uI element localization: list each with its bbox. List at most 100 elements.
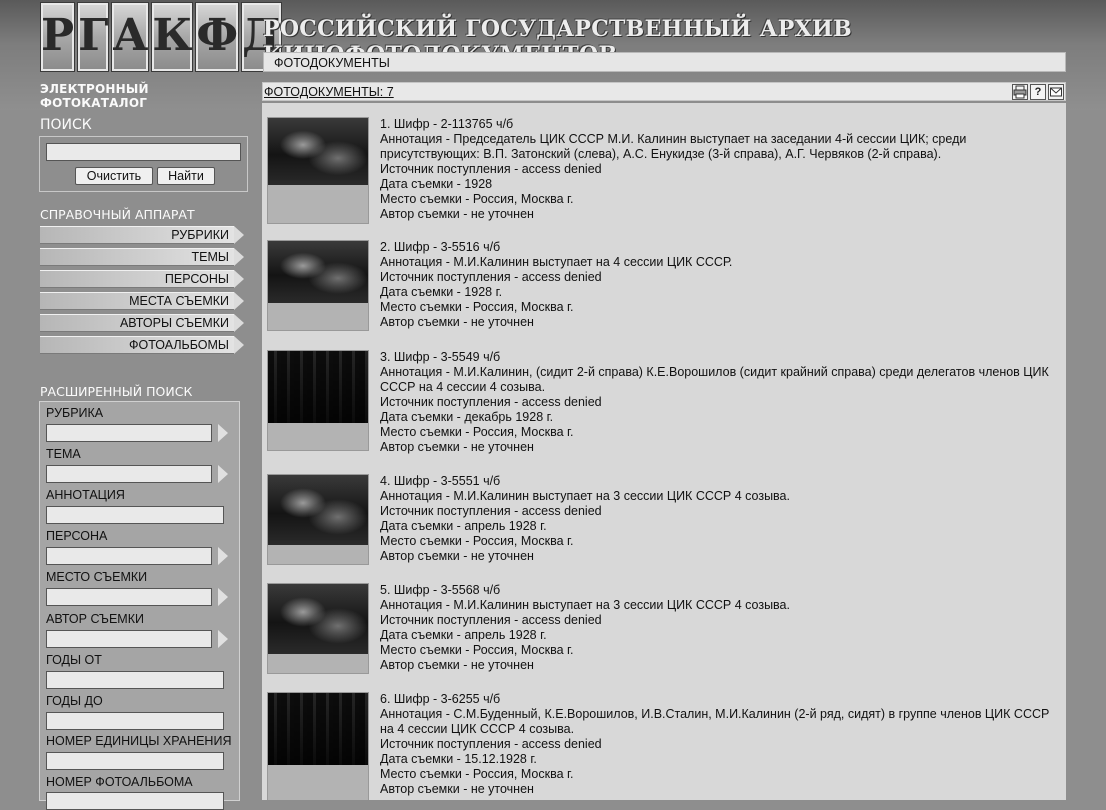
record-annotation: Аннотация - С.М.Буденный, К.Е.Ворошилов,…	[380, 707, 1050, 736]
record-date: Дата съемки - апрель 1928 г.	[380, 628, 547, 642]
search-box: Очистить Найти	[39, 136, 248, 192]
nav-item-places[interactable]: МЕСТА СЪЕМКИ	[40, 292, 234, 310]
record-details: 5. Шифр - 3-5568 ч/б Аннотация - М.И.Кал…	[380, 583, 1050, 673]
search-input[interactable]	[46, 143, 241, 161]
record-author: Автор съемки - не уточнен	[380, 315, 534, 329]
record-place: Место съемки - Россия, Москва г.	[380, 192, 574, 206]
record-details: 2. Шифр - 3-5516 ч/б Аннотация - М.И.Кал…	[380, 240, 1050, 330]
record-date: Дата съемки - 1928	[380, 177, 493, 191]
sidebar-canvas: Очистить Найти СПРАВОЧНЫЙ АППАРАТ РУБРИК…	[0, 0, 255, 810]
field-label-place: МЕСТО СЪЕМКИ	[46, 570, 148, 584]
photo-thumbnail[interactable]	[267, 240, 369, 331]
main-content: ФОТОДОКУМЕНТЫ: 7 ? 1. Шифр - 2-113765 ч/…	[262, 82, 1066, 800]
record-place: Место съемки - Россия, Москва г.	[380, 643, 574, 657]
author-field[interactable]	[46, 630, 212, 648]
annotation-field[interactable]	[46, 506, 224, 524]
record-annotation: Аннотация - М.И.Калинин выступает на 3 с…	[380, 598, 790, 612]
record-author: Автор съемки - не уточнен	[380, 782, 534, 796]
mail-icon-glyph	[1050, 87, 1062, 97]
record-details: 3. Шифр - 3-5549 ч/б Аннотация - М.И.Кал…	[380, 350, 1050, 455]
chevron-right-icon	[234, 336, 244, 354]
lookup-arrow-icon[interactable]	[218, 547, 228, 565]
record-place: Место съемки - Россия, Москва г.	[380, 300, 574, 314]
nav-item-themes[interactable]: ТЕМЫ	[40, 248, 234, 266]
chevron-right-icon	[234, 314, 244, 332]
record-date: Дата съемки - 15.12.1928 г.	[380, 752, 537, 766]
theme-field[interactable]	[46, 465, 212, 483]
chevron-right-icon	[234, 270, 244, 288]
record-source: Источник поступления - access denied	[380, 737, 602, 751]
section-title-bar: ФОТОДОКУМЕНТЫ	[263, 52, 1066, 72]
section-title: ФОТОДОКУМЕНТЫ	[274, 56, 390, 70]
record-source: Источник поступления - access denied	[380, 504, 602, 518]
nav-item-persons[interactable]: ПЕРСОНЫ	[40, 270, 234, 288]
record-date: Дата съемки - декабрь 1928 г.	[380, 410, 554, 424]
year-to-field[interactable]	[46, 712, 224, 730]
find-button[interactable]: Найти	[157, 167, 215, 185]
record-place: Место съемки - Россия, Москва г.	[380, 425, 574, 439]
print-icon[interactable]	[1012, 84, 1028, 100]
field-label-person: ПЕРСОНА	[46, 529, 108, 543]
sidebar: ПОИСК Очистить Найти СПРАВОЧНЫЙ АППАРАТ …	[0, 110, 255, 810]
photo-thumbnail[interactable]	[267, 692, 369, 800]
field-label-album-number: НОМЕР ФОТОАЛЬБОМА	[46, 775, 193, 789]
field-label-theme: ТЕМА	[46, 447, 81, 461]
photo-image	[268, 241, 368, 303]
record-place: Место съемки - Россия, Москва г.	[380, 767, 574, 781]
record-annotation: Аннотация - Председатель ЦИК СССР М.И. К…	[380, 132, 967, 161]
lookup-arrow-icon[interactable]	[218, 424, 228, 442]
record-cipher: 3. Шифр - 3-5549 ч/б	[380, 350, 501, 364]
record-source: Источник поступления - access denied	[380, 270, 602, 284]
record-cipher: 4. Шифр - 3-5551 ч/б	[380, 474, 501, 488]
record-source: Источник поступления - access denied	[380, 395, 602, 409]
print-icon-glyph	[1013, 85, 1027, 99]
help-icon[interactable]: ?	[1030, 84, 1046, 100]
mail-icon[interactable]	[1048, 84, 1064, 100]
record-annotation: Аннотация - М.И.Калинин, (сидит 2-й спра…	[380, 365, 1049, 394]
record-source: Источник поступления - access denied	[380, 162, 602, 176]
field-label-author: АВТОР СЪЕМКИ	[46, 612, 144, 626]
year-from-field[interactable]	[46, 671, 224, 689]
field-label-rubric: РУБРИКА	[46, 406, 104, 420]
record-date: Дата съемки - апрель 1928 г.	[380, 519, 547, 533]
lookup-arrow-icon[interactable]	[218, 630, 228, 648]
record-date: Дата съемки - 1928 г.	[380, 285, 503, 299]
album-number-field[interactable]	[46, 792, 224, 810]
results-toolbar: ФОТОДОКУМЕНТЫ: 7 ?	[262, 82, 1066, 101]
photo-thumbnail[interactable]	[267, 474, 369, 565]
clear-button[interactable]: Очистить	[75, 167, 153, 185]
record-place: Место съемки - Россия, Москва г.	[380, 534, 574, 548]
photo-thumbnail[interactable]	[267, 583, 369, 674]
lookup-arrow-icon[interactable]	[218, 465, 228, 483]
nav-item-albums[interactable]: ФОТОАЛЬБОМЫ	[40, 336, 234, 354]
rubric-field[interactable]	[46, 424, 212, 442]
nav-item-rubrics[interactable]: РУБРИКИ	[40, 226, 234, 244]
chevron-right-icon	[234, 248, 244, 266]
photo-thumbnail[interactable]	[267, 117, 369, 224]
photo-image	[268, 584, 368, 654]
photo-image	[268, 475, 368, 545]
field-label-annotation: АННОТАЦИЯ	[46, 488, 125, 502]
results-list: 1. Шифр - 2-113765 ч/б Аннотация - Предс…	[262, 103, 1066, 800]
advanced-search-heading: РАСШИРЕННЫЙ ПОИСК	[40, 384, 193, 399]
results-count-link[interactable]: ФОТОДОКУМЕНТЫ: 7	[264, 85, 394, 99]
photo-image	[268, 118, 368, 185]
record-source: Источник поступления - access denied	[380, 613, 602, 627]
advanced-search-form: РУБРИКА ТЕМА АННОТАЦИЯ ПЕРСОНА МЕСТО СЪЕ…	[39, 401, 240, 810]
record-cipher: 6. Шифр - 3-6255 ч/б	[380, 692, 501, 706]
storage-number-field[interactable]	[46, 752, 224, 770]
field-label-storage-number: НОМЕР ЕДИНИЦЫ ХРАНЕНИЯ	[46, 734, 232, 748]
lookup-arrow-icon[interactable]	[218, 588, 228, 606]
field-label-year-to: ГОДЫ ДО	[46, 694, 103, 708]
photo-thumbnail[interactable]	[267, 350, 369, 451]
photo-image	[268, 351, 368, 423]
record-author: Автор съемки - не уточнен	[380, 440, 534, 454]
record-annotation: Аннотация - М.И.Калинин выступает на 4 с…	[380, 255, 733, 269]
record-details: 6. Шифр - 3-6255 ч/б Аннотация - С.М.Буд…	[380, 692, 1050, 797]
record-cipher: 1. Шифр - 2-113765 ч/б	[380, 117, 514, 131]
person-field[interactable]	[46, 547, 212, 565]
place-field[interactable]	[46, 588, 212, 606]
nav-item-authors[interactable]: АВТОРЫ СЪЕМКИ	[40, 314, 234, 332]
reference-heading: СПРАВОЧНЫЙ АППАРАТ	[40, 207, 195, 222]
record-cipher: 2. Шифр - 3-5516 ч/б	[380, 240, 501, 254]
